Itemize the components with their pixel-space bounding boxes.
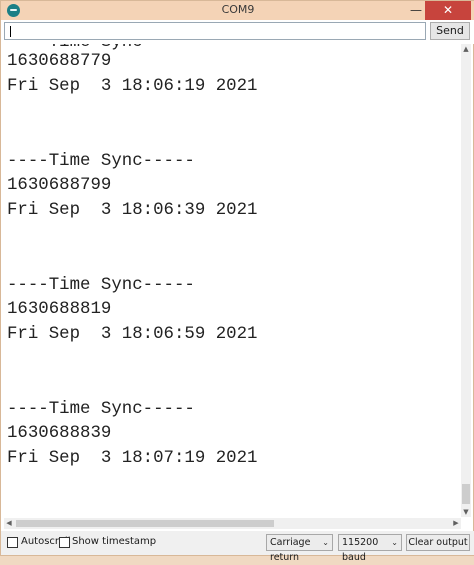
output-line: Fri Sep 3 18:06:39 2021 bbox=[7, 201, 258, 220]
output-line: 1630688839 bbox=[7, 424, 112, 443]
scroll-up-icon[interactable]: ▲ bbox=[461, 44, 471, 54]
output-line: ----Time Sync----- bbox=[7, 400, 195, 419]
scroll-left-icon[interactable]: ◀ bbox=[4, 518, 14, 529]
output-line: Fri Sep 3 18:07:19 2021 bbox=[7, 449, 258, 468]
output-line: ----Time Sync----- bbox=[7, 152, 195, 171]
output-line: Fri Sep 3 18:06:59 2021 bbox=[7, 325, 258, 344]
clear-output-button[interactable]: Clear output bbox=[406, 534, 470, 551]
send-bar: Send bbox=[1, 20, 474, 44]
output-line: 1630688799 bbox=[7, 176, 112, 195]
line-ending-value: Carriage return bbox=[270, 537, 311, 563]
output-line: ----Time Sync----- bbox=[7, 276, 195, 295]
chevron-down-icon: ⌄ bbox=[322, 538, 329, 547]
vertical-scroll-thumb[interactable] bbox=[462, 484, 470, 504]
close-button[interactable]: ✕ bbox=[425, 1, 471, 20]
timestamp-checkbox[interactable] bbox=[59, 537, 70, 548]
timestamp-label: Show timestamp bbox=[72, 536, 157, 547]
serial-output: ----Time Sync----- 1630688779 Fri Sep 3 … bbox=[4, 44, 461, 518]
baud-rate-value: 115200 baud bbox=[342, 537, 379, 563]
title-bar: COM9 — ✕ bbox=[1, 1, 474, 20]
serial-input[interactable] bbox=[4, 22, 426, 40]
status-bar: Autoscroll Show timestamp Carriage retur… bbox=[1, 531, 474, 563]
vertical-scrollbar[interactable]: ▲ ▼ bbox=[461, 44, 471, 517]
output-line: 1630688819 bbox=[7, 300, 112, 319]
horizontal-scroll-thumb[interactable] bbox=[16, 520, 274, 527]
serial-monitor-window: COM9 — ✕ Send ----Time Sync----- 1630688… bbox=[0, 0, 474, 563]
horizontal-scrollbar[interactable]: ◀ ▶ bbox=[4, 518, 461, 529]
output-line: 1630688779 bbox=[7, 52, 112, 71]
send-button[interactable]: Send bbox=[430, 22, 470, 40]
chevron-down-icon: ⌄ bbox=[391, 538, 398, 547]
autoscroll-checkbox[interactable] bbox=[7, 537, 18, 548]
line-ending-select[interactable]: Carriage return ⌄ bbox=[266, 534, 333, 563]
scroll-down-icon[interactable]: ▼ bbox=[461, 507, 471, 517]
scroll-right-icon[interactable]: ▶ bbox=[451, 518, 461, 529]
output-line: Fri Sep 3 18:06:19 2021 bbox=[7, 77, 258, 96]
baud-rate-select[interactable]: 115200 baud ⌄ bbox=[338, 534, 402, 563]
